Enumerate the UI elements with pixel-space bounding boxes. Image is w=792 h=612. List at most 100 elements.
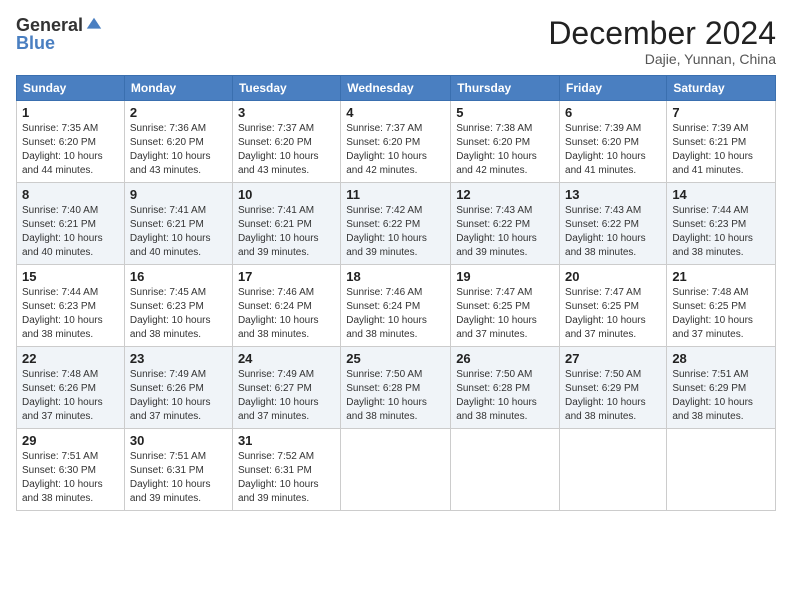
day-number: 4 <box>346 105 445 120</box>
table-row: 29 Sunrise: 7:51 AMSunset: 6:30 PMDaylig… <box>17 429 125 511</box>
day-info: Sunrise: 7:35 AMSunset: 6:20 PMDaylight:… <box>22 123 103 176</box>
day-number: 15 <box>22 269 119 284</box>
day-number: 7 <box>672 105 770 120</box>
day-info: Sunrise: 7:47 AMSunset: 6:25 PMDaylight:… <box>565 287 646 340</box>
day-info: Sunrise: 7:39 AMSunset: 6:20 PMDaylight:… <box>565 123 646 176</box>
table-row: 30 Sunrise: 7:51 AMSunset: 6:31 PMDaylig… <box>124 429 232 511</box>
table-row: 16 Sunrise: 7:45 AMSunset: 6:23 PMDaylig… <box>124 265 232 347</box>
table-row: 11 Sunrise: 7:42 AMSunset: 6:22 PMDaylig… <box>341 183 451 265</box>
header: General Blue December 2024 Dajie, Yunnan… <box>16 16 776 67</box>
calendar-week-row: 8 Sunrise: 7:40 AMSunset: 6:21 PMDayligh… <box>17 183 776 265</box>
calendar-table: Sunday Monday Tuesday Wednesday Thursday… <box>16 75 776 511</box>
day-info: Sunrise: 7:37 AMSunset: 6:20 PMDaylight:… <box>346 123 427 176</box>
day-number: 25 <box>346 351 445 366</box>
table-row: 15 Sunrise: 7:44 AMSunset: 6:23 PMDaylig… <box>17 265 125 347</box>
table-row: 20 Sunrise: 7:47 AMSunset: 6:25 PMDaylig… <box>560 265 667 347</box>
logo-icon <box>85 16 103 34</box>
table-row: 1 Sunrise: 7:35 AMSunset: 6:20 PMDayligh… <box>17 101 125 183</box>
day-number: 20 <box>565 269 661 284</box>
day-info: Sunrise: 7:39 AMSunset: 6:21 PMDaylight:… <box>672 123 753 176</box>
table-row: 4 Sunrise: 7:37 AMSunset: 6:20 PMDayligh… <box>341 101 451 183</box>
header-row: Sunday Monday Tuesday Wednesday Thursday… <box>17 76 776 101</box>
col-saturday: Saturday <box>667 76 776 101</box>
day-info: Sunrise: 7:45 AMSunset: 6:23 PMDaylight:… <box>130 287 211 340</box>
day-info: Sunrise: 7:50 AMSunset: 6:28 PMDaylight:… <box>456 369 537 422</box>
day-info: Sunrise: 7:41 AMSunset: 6:21 PMDaylight:… <box>238 205 319 258</box>
col-thursday: Thursday <box>451 76 560 101</box>
calendar-week-row: 29 Sunrise: 7:51 AMSunset: 6:30 PMDaylig… <box>17 429 776 511</box>
day-number: 1 <box>22 105 119 120</box>
day-number: 17 <box>238 269 335 284</box>
day-number: 29 <box>22 433 119 448</box>
day-number: 30 <box>130 433 227 448</box>
day-info: Sunrise: 7:42 AMSunset: 6:22 PMDaylight:… <box>346 205 427 258</box>
day-info: Sunrise: 7:50 AMSunset: 6:28 PMDaylight:… <box>346 369 427 422</box>
day-info: Sunrise: 7:48 AMSunset: 6:25 PMDaylight:… <box>672 287 753 340</box>
day-info: Sunrise: 7:51 AMSunset: 6:30 PMDaylight:… <box>22 451 103 504</box>
day-info: Sunrise: 7:40 AMSunset: 6:21 PMDaylight:… <box>22 205 103 258</box>
day-info: Sunrise: 7:44 AMSunset: 6:23 PMDaylight:… <box>672 205 753 258</box>
day-number: 28 <box>672 351 770 366</box>
day-info: Sunrise: 7:46 AMSunset: 6:24 PMDaylight:… <box>346 287 427 340</box>
day-number: 5 <box>456 105 554 120</box>
day-number: 9 <box>130 187 227 202</box>
calendar-week-row: 22 Sunrise: 7:48 AMSunset: 6:26 PMDaylig… <box>17 347 776 429</box>
day-number: 16 <box>130 269 227 284</box>
day-number: 6 <box>565 105 661 120</box>
subtitle: Dajie, Yunnan, China <box>548 51 776 67</box>
table-row <box>560 429 667 511</box>
main-title: December 2024 <box>548 16 776 51</box>
day-number: 8 <box>22 187 119 202</box>
day-info: Sunrise: 7:49 AMSunset: 6:26 PMDaylight:… <box>130 369 211 422</box>
table-row: 25 Sunrise: 7:50 AMSunset: 6:28 PMDaylig… <box>341 347 451 429</box>
table-row: 22 Sunrise: 7:48 AMSunset: 6:26 PMDaylig… <box>17 347 125 429</box>
table-row: 9 Sunrise: 7:41 AMSunset: 6:21 PMDayligh… <box>124 183 232 265</box>
table-row: 19 Sunrise: 7:47 AMSunset: 6:25 PMDaylig… <box>451 265 560 347</box>
table-row: 8 Sunrise: 7:40 AMSunset: 6:21 PMDayligh… <box>17 183 125 265</box>
table-row: 26 Sunrise: 7:50 AMSunset: 6:28 PMDaylig… <box>451 347 560 429</box>
day-number: 26 <box>456 351 554 366</box>
table-row: 13 Sunrise: 7:43 AMSunset: 6:22 PMDaylig… <box>560 183 667 265</box>
col-monday: Monday <box>124 76 232 101</box>
table-row: 23 Sunrise: 7:49 AMSunset: 6:26 PMDaylig… <box>124 347 232 429</box>
day-number: 21 <box>672 269 770 284</box>
page: General Blue December 2024 Dajie, Yunnan… <box>0 0 792 612</box>
day-info: Sunrise: 7:48 AMSunset: 6:26 PMDaylight:… <box>22 369 103 422</box>
table-row: 17 Sunrise: 7:46 AMSunset: 6:24 PMDaylig… <box>232 265 340 347</box>
day-info: Sunrise: 7:37 AMSunset: 6:20 PMDaylight:… <box>238 123 319 176</box>
table-row: 18 Sunrise: 7:46 AMSunset: 6:24 PMDaylig… <box>341 265 451 347</box>
day-info: Sunrise: 7:44 AMSunset: 6:23 PMDaylight:… <box>22 287 103 340</box>
day-info: Sunrise: 7:36 AMSunset: 6:20 PMDaylight:… <box>130 123 211 176</box>
day-number: 19 <box>456 269 554 284</box>
day-info: Sunrise: 7:38 AMSunset: 6:20 PMDaylight:… <box>456 123 537 176</box>
day-number: 13 <box>565 187 661 202</box>
day-info: Sunrise: 7:47 AMSunset: 6:25 PMDaylight:… <box>456 287 537 340</box>
logo-blue: Blue <box>16 34 103 52</box>
col-sunday: Sunday <box>17 76 125 101</box>
col-wednesday: Wednesday <box>341 76 451 101</box>
day-number: 11 <box>346 187 445 202</box>
day-number: 22 <box>22 351 119 366</box>
table-row: 2 Sunrise: 7:36 AMSunset: 6:20 PMDayligh… <box>124 101 232 183</box>
table-row <box>341 429 451 511</box>
day-number: 27 <box>565 351 661 366</box>
table-row: 28 Sunrise: 7:51 AMSunset: 6:29 PMDaylig… <box>667 347 776 429</box>
day-info: Sunrise: 7:49 AMSunset: 6:27 PMDaylight:… <box>238 369 319 422</box>
day-number: 2 <box>130 105 227 120</box>
day-info: Sunrise: 7:41 AMSunset: 6:21 PMDaylight:… <box>130 205 211 258</box>
day-number: 3 <box>238 105 335 120</box>
table-row: 24 Sunrise: 7:49 AMSunset: 6:27 PMDaylig… <box>232 347 340 429</box>
day-number: 12 <box>456 187 554 202</box>
logo-general: General <box>16 16 83 34</box>
table-row: 5 Sunrise: 7:38 AMSunset: 6:20 PMDayligh… <box>451 101 560 183</box>
day-info: Sunrise: 7:52 AMSunset: 6:31 PMDaylight:… <box>238 451 319 504</box>
table-row: 21 Sunrise: 7:48 AMSunset: 6:25 PMDaylig… <box>667 265 776 347</box>
table-row: 7 Sunrise: 7:39 AMSunset: 6:21 PMDayligh… <box>667 101 776 183</box>
col-friday: Friday <box>560 76 667 101</box>
calendar-week-row: 1 Sunrise: 7:35 AMSunset: 6:20 PMDayligh… <box>17 101 776 183</box>
day-info: Sunrise: 7:50 AMSunset: 6:29 PMDaylight:… <box>565 369 646 422</box>
logo: General Blue <box>16 16 103 52</box>
calendar-week-row: 15 Sunrise: 7:44 AMSunset: 6:23 PMDaylig… <box>17 265 776 347</box>
day-info: Sunrise: 7:43 AMSunset: 6:22 PMDaylight:… <box>565 205 646 258</box>
day-number: 14 <box>672 187 770 202</box>
